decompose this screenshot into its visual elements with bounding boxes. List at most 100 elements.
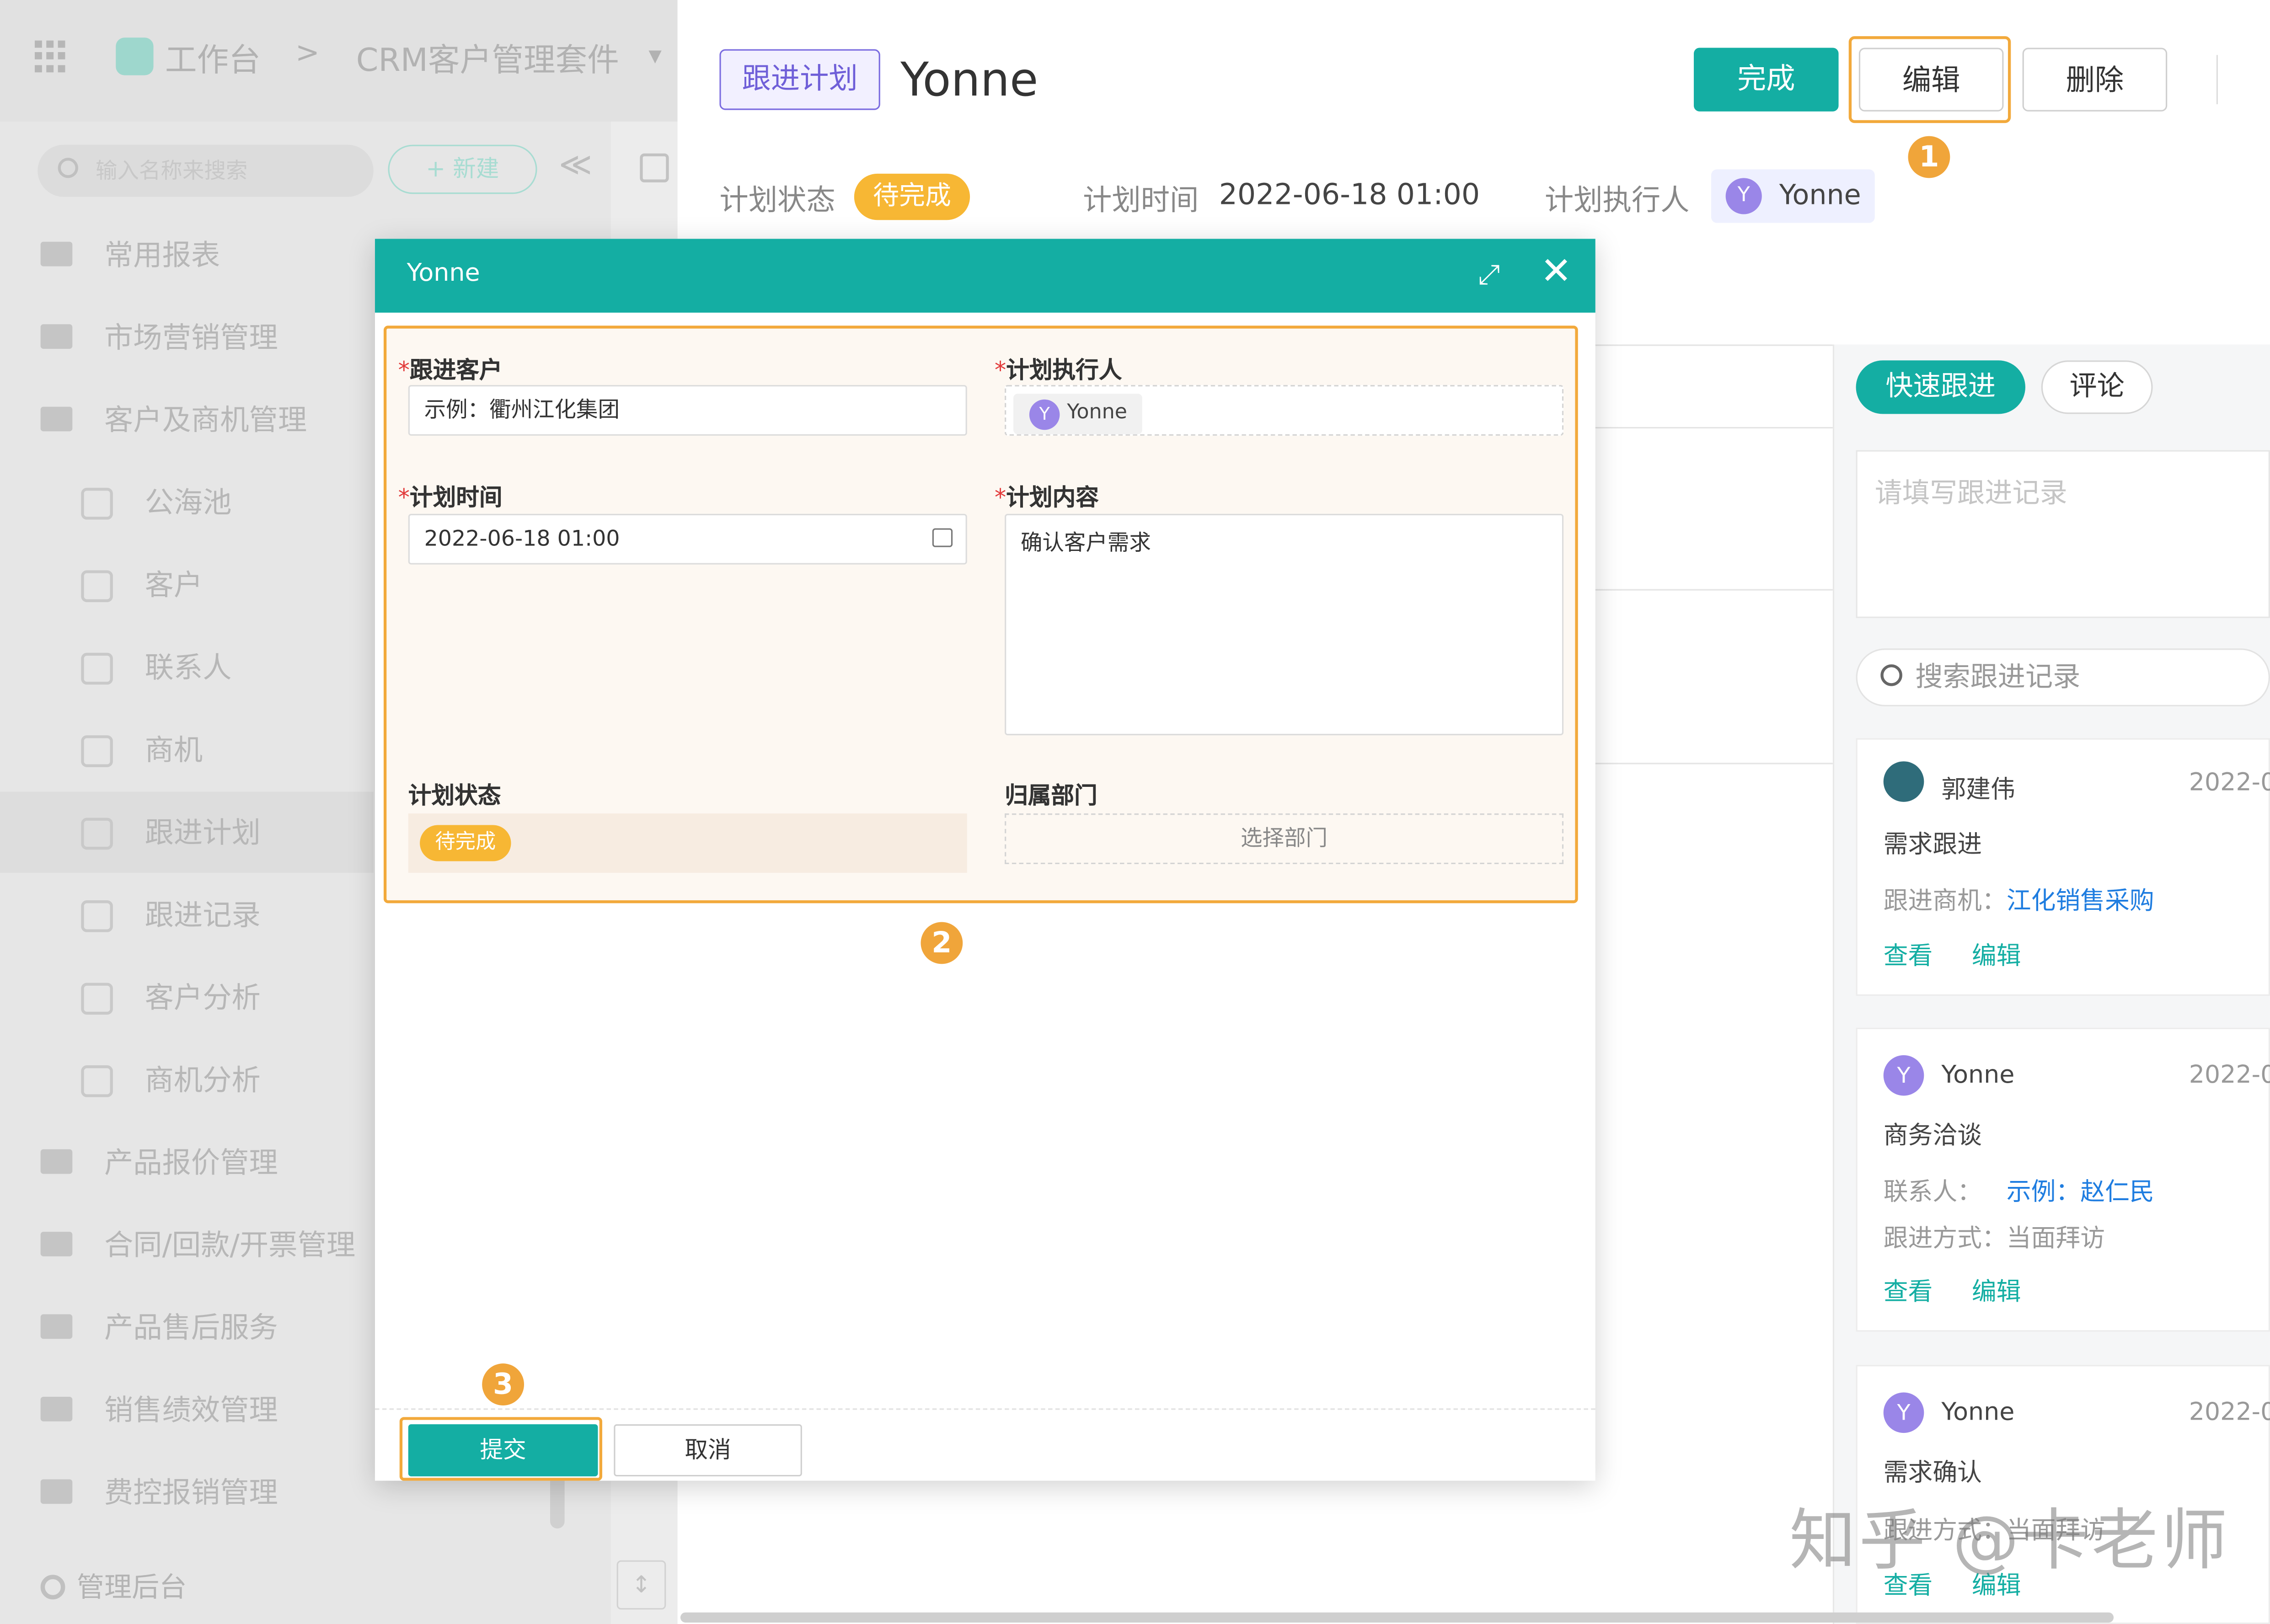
admin-link-label: 管理后台 — [76, 1572, 187, 1604]
record-field-label: 联系人： — [1883, 1178, 1982, 1207]
sidebar-item[interactable]: 客户及商机管理 — [0, 379, 374, 460]
time-label: 计划时间 — [1083, 182, 1199, 217]
sidebar-item[interactable]: 客户分析 — [0, 957, 374, 1038]
avatar: Y — [1725, 178, 1762, 214]
menu-item-icon — [81, 570, 113, 602]
page-title: Yonne — [900, 52, 1039, 107]
customer-field[interactable]: 示例：衢州江化集团 — [408, 385, 967, 436]
menu-item-icon — [81, 817, 113, 850]
sidebar-item-label: 跟进记录 — [145, 897, 261, 932]
sidebar-item[interactable]: 客户 — [0, 544, 374, 625]
step-badge-3: 3 — [482, 1363, 525, 1405]
executor-chip[interactable]: Y Yonne — [1711, 169, 1875, 223]
app-name[interactable]: CRM客户管理套件 — [356, 35, 619, 81]
record-field-label: 跟进方式： — [1883, 1224, 2007, 1254]
sidebar-item[interactable]: 合同/回款/开票管理 — [0, 1204, 374, 1285]
record-card: 郭建伟 2022-06 需求跟进 跟进商机： 江化销售采购 查看 编辑 — [1856, 738, 2270, 996]
edit-link[interactable]: 编辑 — [1972, 1271, 2021, 1307]
required-mark: * — [398, 483, 410, 511]
edit-link[interactable]: 编辑 — [1972, 935, 2021, 971]
search-icon — [1880, 664, 1902, 686]
tab-comment[interactable]: 评论 — [2041, 360, 2153, 414]
folder-icon — [40, 324, 73, 349]
dialog-footer-divider — [375, 1408, 1595, 1410]
horizontal-scrollbar[interactable] — [680, 1612, 2114, 1623]
tab-quick-follow-up[interactable]: 快速跟进 — [1856, 360, 2025, 414]
time-field-label: *计划时间 — [398, 478, 503, 513]
workspace-link[interactable]: 工作台 — [165, 35, 261, 81]
opportunity-link[interactable]: 江化销售采购 — [2007, 880, 2154, 916]
new-button[interactable]: + 新建 — [388, 144, 537, 194]
content-label-text: 计划内容 — [1006, 483, 1099, 511]
cancel-button[interactable]: 取消 — [614, 1424, 802, 1477]
sidebar-item[interactable]: 市场营销管理 — [0, 297, 374, 378]
dialog-header: Yonne ⤢ ✕ — [375, 239, 1595, 313]
delete-button[interactable]: 删除 — [2022, 48, 2168, 112]
menu-item-icon — [81, 487, 113, 520]
department-select[interactable]: 选择部门 — [1005, 813, 1564, 864]
folder-icon — [40, 1149, 73, 1174]
record-field-label: 跟进商机： — [1883, 887, 2007, 916]
sidebar-item-label: 产品报价管理 — [104, 1145, 278, 1180]
expand-icon[interactable]: ⤢ — [1478, 259, 1500, 291]
sidebar-item[interactable]: 产品售后服务 — [0, 1287, 374, 1368]
menu-item-icon — [81, 983, 113, 1015]
avatar — [1883, 761, 1924, 802]
collapse-sidebar-icon[interactable]: ≪ — [559, 148, 592, 184]
sidebar-item-label: 销售绩效管理 — [104, 1392, 278, 1427]
sidebar-item[interactable]: 产品报价管理 — [0, 1122, 374, 1202]
required-mark: * — [994, 356, 1007, 384]
folder-icon — [40, 1479, 73, 1504]
customer-label-text: 跟进客户 — [409, 356, 503, 384]
search-icon — [58, 158, 78, 178]
avatar: Y — [1883, 1392, 1924, 1433]
calendar-icon[interactable] — [932, 528, 953, 547]
sidebar-item-label: 跟进计划 — [145, 815, 261, 850]
folder-icon — [40, 1232, 73, 1256]
executor-label: 计划执行人 — [1544, 182, 1690, 217]
sidebar-item[interactable]: 销售绩效管理 — [0, 1369, 374, 1450]
sidebar-item[interactable]: 跟进记录 — [0, 874, 374, 955]
close-icon[interactable]: ✕ — [1540, 251, 1572, 294]
sidebar-item[interactable]: 跟进计划 — [0, 791, 374, 873]
watermark: 知乎 @卡老师 — [1789, 1501, 2231, 1579]
time-label-text: 计划时间 — [409, 483, 503, 511]
record-date: 2022-06 — [2189, 769, 2270, 798]
content-field-label: *计划内容 — [995, 478, 1099, 513]
edit-highlight — [1848, 36, 2011, 123]
complete-button[interactable]: 完成 — [1693, 48, 1839, 112]
customer-field-label: *跟进客户 — [398, 350, 503, 385]
table-view-icon[interactable] — [640, 153, 669, 182]
time-value: 2022-06-18 01:00 — [1219, 176, 1480, 212]
view-link[interactable]: 查看 — [1884, 935, 1933, 971]
sidebar-search-input[interactable]: 输入名称来搜索 — [37, 144, 374, 197]
rail-toggle-icon[interactable]: ↕ — [616, 1560, 666, 1610]
sidebar-item[interactable]: 公海池 — [0, 462, 374, 543]
sidebar-item[interactable]: 商机 — [0, 709, 374, 790]
admin-link[interactable]: 管理后台 — [40, 1566, 187, 1605]
follow-up-record-input[interactable]: 请填写跟进记录 — [1856, 450, 2270, 618]
breadcrumb-separator: > — [295, 34, 320, 69]
sidebar-item-label: 商机 — [145, 732, 203, 767]
record-field-value: 当面拜访 — [2006, 1224, 2105, 1254]
executor-chip[interactable]: Y Yonne — [1013, 394, 1142, 434]
contact-link[interactable]: 示例：赵仁民 — [2007, 1171, 2154, 1207]
menu-item-icon — [81, 1065, 113, 1097]
content-field[interactable]: 确认客户需求 — [1005, 513, 1564, 736]
sidebar-item-label: 公海池 — [145, 485, 232, 520]
record-search-input[interactable]: 搜索跟进记录 — [1856, 648, 2270, 706]
apps-grid-icon[interactable] — [34, 40, 67, 73]
time-field[interactable]: 2022-06-18 01:00 — [408, 513, 967, 565]
executor-label-text: 计划执行人 — [1006, 356, 1122, 384]
sidebar-item[interactable]: 费控报销管理 — [0, 1452, 374, 1533]
sidebar-search-placeholder: 输入名称来搜索 — [95, 158, 248, 184]
view-link[interactable]: 查看 — [1884, 1271, 1933, 1307]
status-label: 计划状态 — [719, 182, 835, 217]
record-author: Yonne — [1941, 1061, 2015, 1090]
sidebar-item[interactable]: 常用报表 — [0, 214, 374, 295]
sidebar-item[interactable]: 商机分析 — [0, 1039, 374, 1120]
app-dropdown-icon[interactable]: ▾ — [648, 41, 662, 71]
folder-icon — [40, 1314, 73, 1339]
sidebar-item[interactable]: 联系人 — [0, 627, 374, 708]
status-field-label: 计划状态 — [408, 781, 501, 809]
